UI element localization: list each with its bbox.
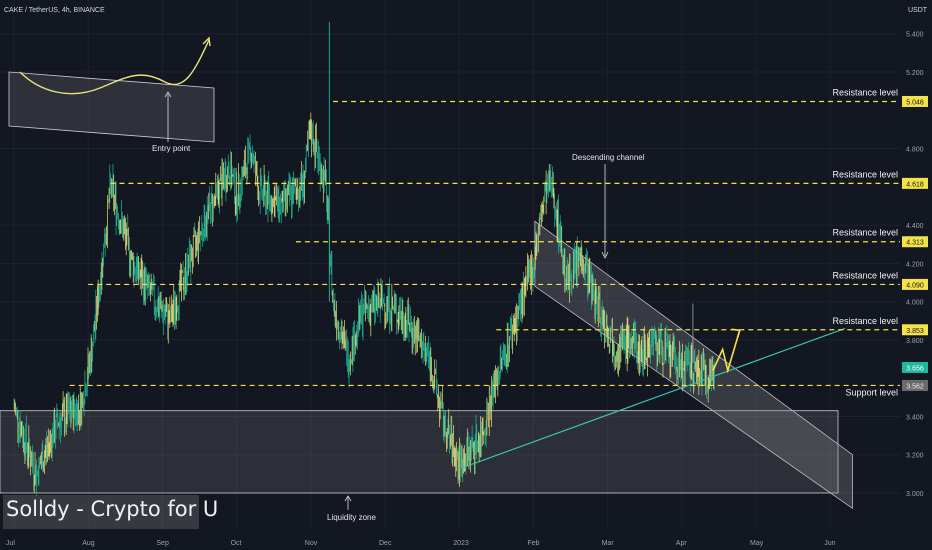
liquidity-zone-label: Liquidity zone — [327, 513, 376, 522]
price-tag-text: 4.090 — [906, 282, 924, 289]
x-tick-label: Feb — [527, 540, 539, 547]
price-chart[interactable]: Resistance level Resistance level Resistan… — [0, 0, 932, 550]
y-tick-label: 3.000 — [906, 491, 924, 498]
price-tag-text: 3.853 — [906, 328, 924, 335]
level-label: Support level — [845, 387, 898, 397]
y-tick-label: 3.200 — [906, 453, 924, 460]
liquidity-zone-box — [0, 410, 839, 494]
price-tag-text: 4.618 — [906, 181, 924, 188]
entry-point-label: Entry point — [152, 144, 191, 153]
symbol-title: CAKE / TetherUS, 4h, BINANCE — [4, 7, 105, 14]
chart-root: Resistance level Resistance level Resistan… — [0, 0, 932, 550]
y-tick-label: 4.000 — [906, 300, 924, 307]
x-tick-label: 2023 — [453, 540, 469, 547]
level-label: Resistance level — [832, 87, 898, 97]
x-tick-label: Sep — [156, 540, 169, 547]
y-tick-label: 5.400 — [906, 32, 924, 39]
currency-label: USDT — [908, 7, 928, 14]
current-price-text: 3.656 — [906, 365, 924, 372]
price-tag-text: 3.562 — [906, 383, 924, 390]
level-label: Resistance level — [832, 228, 898, 238]
y-tick-label: 4.800 — [906, 147, 924, 154]
level-label: Resistance level — [832, 270, 898, 280]
y-tick-label: 3.400 — [906, 414, 924, 421]
y-tick-label: 5.200 — [906, 70, 924, 77]
x-tick-label: Apr — [676, 540, 688, 547]
watermark: Solldy - Crypto for U — [6, 497, 219, 521]
x-tick-label: Jun — [824, 540, 835, 547]
x-tick-label: Aug — [82, 540, 95, 547]
level-label: Resistance level — [832, 316, 898, 326]
price-tag-text: 4.313 — [906, 240, 924, 247]
x-tick-label: May — [750, 540, 764, 547]
x-tick-label: Oct — [231, 540, 242, 547]
x-tick-label: Mar — [602, 540, 615, 547]
level-label: Resistance level — [832, 169, 898, 179]
y-tick-label: 4.400 — [906, 223, 924, 230]
y-tick-label: 3.800 — [906, 338, 924, 345]
price-tag-text: 5.046 — [906, 99, 924, 106]
x-tick-label: Jul — [6, 540, 15, 547]
x-tick-label: Dec — [379, 540, 392, 547]
x-tick-label: Nov — [305, 540, 318, 547]
descending-channel-label: Descending channel — [572, 153, 645, 162]
y-tick-label: 4.200 — [906, 261, 924, 268]
